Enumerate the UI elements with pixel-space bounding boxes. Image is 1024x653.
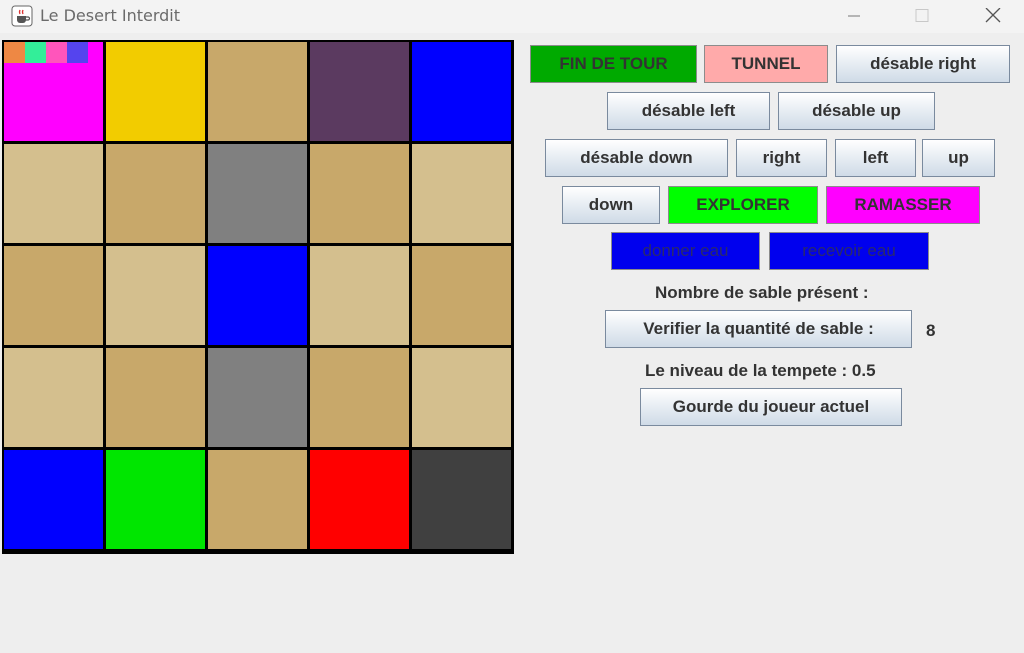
- player-pawn: [4, 42, 25, 63]
- board-tile[interactable]: [412, 348, 511, 447]
- close-button[interactable]: [970, 0, 1016, 33]
- desable-up-button[interactable]: désable up: [778, 92, 935, 130]
- explorer-button[interactable]: EXPLORER: [668, 186, 818, 224]
- gourde-button[interactable]: Gourde du joueur actuel: [640, 388, 902, 426]
- desable-down-button[interactable]: désable down: [545, 139, 728, 177]
- up-button[interactable]: up: [922, 139, 995, 177]
- board-tile[interactable]: [310, 144, 409, 243]
- player-pawn: [25, 42, 46, 63]
- board-tile[interactable]: [208, 450, 307, 549]
- player-pawn: [67, 42, 88, 63]
- board-tile[interactable]: [208, 246, 307, 345]
- tempete-level-label: Le niveau de la tempete : 0.5: [645, 361, 876, 380]
- board-tile[interactable]: [412, 42, 511, 141]
- sable-present-label: Nombre de sable présent :: [655, 283, 869, 302]
- board-tile[interactable]: [208, 348, 307, 447]
- board-tile[interactable]: [4, 246, 103, 345]
- board-tile[interactable]: [310, 450, 409, 549]
- title-bar[interactable]: Le Desert Interdit: [0, 0, 1024, 33]
- maximize-icon: [915, 9, 929, 22]
- board-tile[interactable]: [106, 246, 205, 345]
- board-tile[interactable]: [412, 450, 511, 549]
- window-title: Le Desert Interdit: [40, 6, 180, 25]
- close-icon: [985, 8, 1001, 23]
- donner-eau-button[interactable]: donner eau: [611, 232, 760, 270]
- fin-de-tour-button[interactable]: FIN DE TOUR: [530, 45, 697, 83]
- board-tile[interactable]: [310, 246, 409, 345]
- tunnel-button[interactable]: TUNNEL: [704, 45, 828, 83]
- board-tile[interactable]: [412, 246, 511, 345]
- board-tile[interactable]: [4, 144, 103, 243]
- board-tile[interactable]: [106, 42, 205, 141]
- desable-left-button[interactable]: désable left: [607, 92, 770, 130]
- java-coffee-cup-icon: [11, 5, 33, 27]
- board-tile[interactable]: [208, 42, 307, 141]
- sable-count-value: 8: [926, 321, 936, 340]
- player-pawn: [46, 42, 67, 63]
- desert-board: [2, 40, 514, 554]
- game-panel: FIN DE TOUR TUNNEL désable right désable…: [0, 33, 1024, 653]
- right-button[interactable]: right: [736, 139, 827, 177]
- board-tile[interactable]: [106, 348, 205, 447]
- board-tile[interactable]: [4, 450, 103, 549]
- recevoir-eau-button[interactable]: recevoir eau: [769, 232, 929, 270]
- board-tile[interactable]: [208, 144, 307, 243]
- board-tile[interactable]: [310, 42, 409, 141]
- board-tile[interactable]: [106, 144, 205, 243]
- board-tile[interactable]: [412, 144, 511, 243]
- desable-right-button[interactable]: désable right: [836, 45, 1010, 83]
- board-tile[interactable]: [106, 450, 205, 549]
- board-tile[interactable]: [4, 348, 103, 447]
- board-tile[interactable]: [310, 348, 409, 447]
- ramasser-button[interactable]: RAMASSER: [826, 186, 980, 224]
- left-button[interactable]: left: [835, 139, 916, 177]
- maximize-button[interactable]: [899, 0, 945, 33]
- down-button[interactable]: down: [562, 186, 660, 224]
- verifier-sable-button[interactable]: Verifier la quantité de sable :: [605, 310, 912, 348]
- minimize-icon: [848, 15, 860, 17]
- minimize-button[interactable]: [831, 0, 877, 33]
